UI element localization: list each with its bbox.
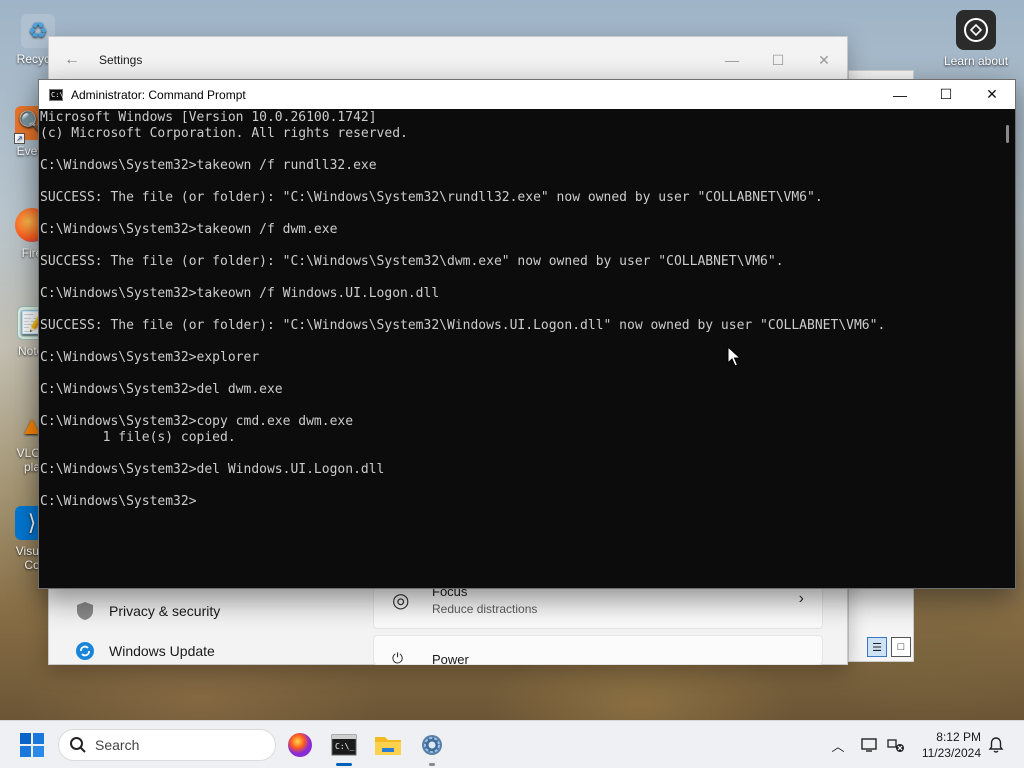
- notification-bell-icon[interactable]: [986, 735, 1006, 755]
- arrow-left-icon[interactable]: ←: [49, 51, 95, 69]
- display-icon[interactable]: [860, 735, 880, 755]
- taskbar-app-file-explorer[interactable]: [372, 729, 404, 761]
- maximize-icon[interactable]: ☐: [923, 80, 969, 109]
- cmd-app-icon: C:\: [49, 88, 64, 101]
- console-line: SUCCESS: The file (or folder): "C:\Windo…: [40, 254, 784, 269]
- console-line: C:\Windows\System32>: [40, 494, 197, 509]
- console-line: C:\Windows\System32>del Windows.UI.Logon…: [40, 462, 385, 477]
- power-icon: ⏻: [392, 650, 404, 666]
- console-line: Microsoft Windows [Version 10.0.26100.17…: [40, 110, 377, 125]
- gear-icon: [422, 735, 442, 755]
- close-icon[interactable]: ✕: [801, 52, 847, 69]
- cmd-window-controls: — ☐ ✕: [877, 80, 1015, 109]
- taskbar-app-firefox[interactable]: [284, 729, 316, 761]
- settings-titlebar: ← Settings — ☐ ✕: [49, 37, 847, 83]
- chevron-up-icon[interactable]: ︿: [828, 735, 848, 755]
- taskbar: Search C:\_ ︿ 8:12 PM 11/23/2024: [0, 720, 1024, 768]
- active-indicator: [336, 763, 352, 766]
- shortcut-arrow-icon: ↗: [14, 133, 25, 144]
- focus-icon: ◎: [392, 590, 410, 612]
- windows-logo-icon: [20, 733, 44, 757]
- svg-text:C:\_: C:\_: [335, 742, 354, 751]
- nav-item-label: Windows Update: [109, 643, 215, 659]
- console-line: C:\Windows\System32>explorer: [40, 350, 260, 365]
- console-line: C:\Windows\System32>del dwm.exe: [40, 382, 283, 397]
- search-placeholder: Search: [95, 737, 140, 753]
- console-line: (c) Microsoft Corporation. All rights re…: [40, 126, 408, 141]
- shield-icon: [73, 599, 97, 623]
- console-line: C:\Windows\System32>takeown /f Windows.U…: [40, 286, 440, 301]
- start-button[interactable]: [19, 732, 45, 758]
- camera-icon: [956, 10, 996, 50]
- minimize-icon[interactable]: —: [877, 80, 923, 109]
- desktop-icon-learn-about[interactable]: Learn about: [940, 10, 1012, 68]
- settings-window-controls: — ☐ ✕: [709, 52, 847, 69]
- nav-item-label: Privacy & security: [109, 603, 221, 619]
- cmd-title: Administrator: Command Prompt: [71, 87, 246, 102]
- console-line: C:\Windows\System32>takeown /f rundll32.…: [40, 158, 377, 173]
- console-line: SUCCESS: The file (or folder): "C:\Windo…: [40, 318, 886, 333]
- console-line: 1 file(s) copied.: [40, 430, 236, 445]
- clock-time: 8:12 PM: [936, 730, 981, 744]
- search-icon: [70, 737, 86, 753]
- update-icon: [73, 639, 97, 663]
- taskbar-clock[interactable]: 8:12 PM 11/23/2024: [922, 729, 981, 761]
- details-view-icon[interactable]: ☰: [867, 637, 887, 657]
- card-subtitle: Reduce distractions: [432, 602, 538, 616]
- nav-item-privacy-security[interactable]: Privacy & security: [73, 599, 220, 623]
- minimize-icon[interactable]: —: [709, 52, 755, 69]
- card-title: Power: [432, 652, 469, 667]
- running-indicator: [429, 763, 435, 766]
- console-scrollbar[interactable]: [999, 109, 1015, 588]
- taskbar-app-command-prompt[interactable]: C:\_: [328, 729, 360, 766]
- clock-date: 11/23/2024: [921, 746, 981, 760]
- desktop-icon-label: Learn about: [943, 54, 1009, 68]
- nav-item-windows-update[interactable]: Windows Update: [73, 639, 215, 663]
- tiles-view-icon[interactable]: □: [891, 637, 911, 657]
- power-card[interactable]: ⏻ Power: [373, 635, 823, 667]
- console-line: SUCCESS: The file (or folder): "C:\Windo…: [40, 190, 823, 205]
- close-icon[interactable]: ✕: [969, 80, 1015, 109]
- terminal-icon: C:\_: [331, 734, 357, 756]
- maximize-icon[interactable]: ☐: [755, 52, 801, 69]
- console-line: C:\Windows\System32>takeown /f dwm.exe: [40, 222, 338, 237]
- folder-icon: [375, 737, 401, 755]
- console-output[interactable]: Microsoft Windows [Version 10.0.26100.17…: [39, 109, 999, 588]
- taskbar-search-box[interactable]: Search: [58, 729, 276, 761]
- cmd-titlebar[interactable]: C:\ Administrator: Command Prompt — ☐ ✕: [39, 80, 1015, 109]
- chevron-right-icon: ›: [798, 590, 804, 607]
- command-prompt-window[interactable]: C:\ Administrator: Command Prompt — ☐ ✕ …: [38, 79, 1016, 589]
- console-line: C:\Windows\System32>copy cmd.exe dwm.exe: [40, 414, 354, 429]
- taskbar-app-settings[interactable]: [416, 729, 448, 766]
- network-disconnected-icon[interactable]: [886, 735, 906, 755]
- mouse-pointer-icon: [727, 346, 741, 367]
- firefox-icon: [288, 733, 312, 757]
- scrollbar-thumb[interactable]: [1006, 125, 1009, 143]
- settings-title: Settings: [99, 53, 143, 67]
- view-toggle: ☰ □: [867, 637, 911, 657]
